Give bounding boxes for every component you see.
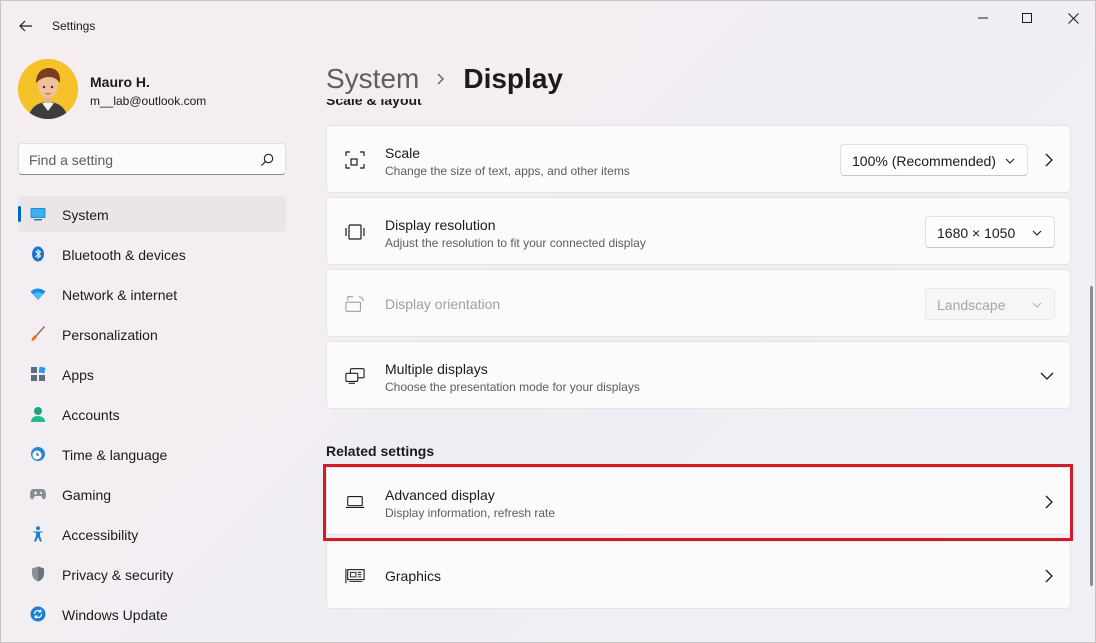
sidebar-item-label: Time & language xyxy=(62,447,167,463)
close-icon xyxy=(1068,13,1079,24)
laptop-icon xyxy=(345,492,365,512)
apps-icon xyxy=(30,366,46,382)
chevron-down-icon[interactable] xyxy=(1040,371,1054,381)
sidebar-item-bluetooth[interactable]: Bluetooth & devices xyxy=(18,236,286,272)
chevron-down-icon xyxy=(1005,156,1015,166)
sidebar-item-system[interactable]: System xyxy=(18,196,286,232)
graphics-card-icon xyxy=(345,566,365,586)
minimize-icon xyxy=(978,13,988,23)
sidebar-item-label: Apps xyxy=(62,367,94,383)
avatar xyxy=(18,59,78,119)
sidebar-item-label: Bluetooth & devices xyxy=(62,247,186,263)
resolution-subtitle: Adjust the resolution to fit your connec… xyxy=(385,236,646,250)
multiple-displays-title: Multiple displays xyxy=(385,361,488,377)
maximize-icon xyxy=(1022,13,1032,23)
person-icon xyxy=(30,406,46,422)
sidebar-item-label: Accounts xyxy=(62,407,120,423)
monitor-icon xyxy=(30,206,46,222)
wifi-icon xyxy=(30,286,46,302)
sidebar-item-label: System xyxy=(62,207,109,223)
bluetooth-icon xyxy=(30,246,46,262)
orientation-icon xyxy=(345,294,365,314)
breadcrumb-parent[interactable]: System xyxy=(326,63,419,95)
scale-value: 100% (Recommended) xyxy=(852,153,996,169)
sidebar-item-time-language[interactable]: Time & language xyxy=(18,436,286,472)
graphics-card[interactable]: Graphics xyxy=(326,541,1071,609)
sidebar-nav: System Bluetooth & devices Network & int… xyxy=(18,196,286,636)
chevron-down-icon xyxy=(1032,228,1042,238)
sidebar-item-accessibility[interactable]: Accessibility xyxy=(18,516,286,552)
sidebar-item-network[interactable]: Network & internet xyxy=(18,276,286,312)
clock-globe-icon xyxy=(30,446,46,462)
sidebar-item-personalization[interactable]: Personalization xyxy=(18,316,286,352)
title-bar: Settings xyxy=(1,1,1095,49)
sidebar-item-windows-update[interactable]: Windows Update xyxy=(18,596,286,632)
scrollbar-thumb[interactable] xyxy=(1090,286,1093,586)
display-orientation-card: Display orientation Landscape xyxy=(326,269,1071,337)
accessibility-icon xyxy=(30,526,46,542)
multiple-displays-icon xyxy=(345,366,365,386)
sidebar-item-gaming[interactable]: Gaming xyxy=(18,476,286,512)
user-email: m__lab@outlook.com xyxy=(90,94,206,108)
sidebar-item-accounts[interactable]: Accounts xyxy=(18,396,286,432)
advanced-display-card[interactable]: Advanced display Display information, re… xyxy=(326,467,1071,535)
maximize-button[interactable] xyxy=(1004,1,1050,35)
display-resolution-card: Display resolution Adjust the resolution… xyxy=(326,197,1071,265)
chevron-right-icon[interactable] xyxy=(1044,153,1054,167)
brush-icon xyxy=(30,326,46,342)
chevron-right-icon xyxy=(1044,569,1054,583)
search-box[interactable] xyxy=(18,143,286,175)
resolution-dropdown[interactable]: 1680 × 1050 xyxy=(925,216,1055,248)
search-icon[interactable] xyxy=(259,152,275,168)
orientation-dropdown: Landscape xyxy=(925,288,1055,320)
sidebar-item-label: Accessibility xyxy=(62,527,138,543)
section-heading-scale-layout: Scale & layout xyxy=(326,99,422,115)
resolution-value: 1680 × 1050 xyxy=(937,225,1015,241)
minimize-button[interactable] xyxy=(960,1,1006,35)
multiple-displays-subtitle: Choose the presentation mode for your di… xyxy=(385,380,640,394)
user-profile[interactable]: Mauro H. m__lab@outlook.com xyxy=(18,59,288,121)
scale-icon xyxy=(345,150,365,170)
multiple-displays-card[interactable]: Multiple displays Choose the presentatio… xyxy=(326,341,1071,409)
sidebar-item-apps[interactable]: Apps xyxy=(18,356,286,392)
orientation-value: Landscape xyxy=(937,297,1006,313)
sidebar-item-label: Personalization xyxy=(62,327,158,343)
update-icon xyxy=(30,606,46,622)
orientation-title: Display orientation xyxy=(385,296,500,312)
scale-dropdown[interactable]: 100% (Recommended) xyxy=(840,144,1028,176)
arrow-left-icon xyxy=(19,20,33,32)
chevron-right-icon xyxy=(437,72,449,86)
sidebar-item-label: Windows Update xyxy=(62,607,168,623)
scale-subtitle: Change the size of text, apps, and other… xyxy=(385,164,630,178)
advanced-display-title: Advanced display xyxy=(385,487,495,503)
sidebar-item-privacy-security[interactable]: Privacy & security xyxy=(18,556,286,592)
advanced-display-subtitle: Display information, refresh rate xyxy=(385,506,555,520)
graphics-title: Graphics xyxy=(385,568,441,584)
scale-setting-card[interactable]: Scale Change the size of text, apps, and… xyxy=(326,125,1071,193)
chevron-down-icon xyxy=(1032,300,1042,310)
scale-title: Scale xyxy=(385,145,420,161)
gamepad-icon xyxy=(30,486,46,502)
sidebar-item-label: Gaming xyxy=(62,487,111,503)
settings-window: Settings Mauro H. m__lab@o xyxy=(0,0,1096,643)
sidebar-item-label: Network & internet xyxy=(62,287,177,303)
resolution-icon xyxy=(345,222,365,242)
breadcrumb: System Display xyxy=(326,59,563,99)
avatar-image xyxy=(18,59,78,119)
related-settings-heading: Related settings xyxy=(326,443,434,459)
resolution-title: Display resolution xyxy=(385,217,496,233)
chevron-right-icon xyxy=(1044,495,1054,509)
shield-icon xyxy=(30,566,46,582)
user-name: Mauro H. xyxy=(90,74,150,90)
page-title: Display xyxy=(463,63,563,95)
sidebar-item-label: Privacy & security xyxy=(62,567,173,583)
close-button[interactable] xyxy=(1050,1,1096,35)
app-title: Settings xyxy=(52,19,95,33)
back-button[interactable] xyxy=(13,13,39,39)
search-input[interactable] xyxy=(29,151,249,169)
